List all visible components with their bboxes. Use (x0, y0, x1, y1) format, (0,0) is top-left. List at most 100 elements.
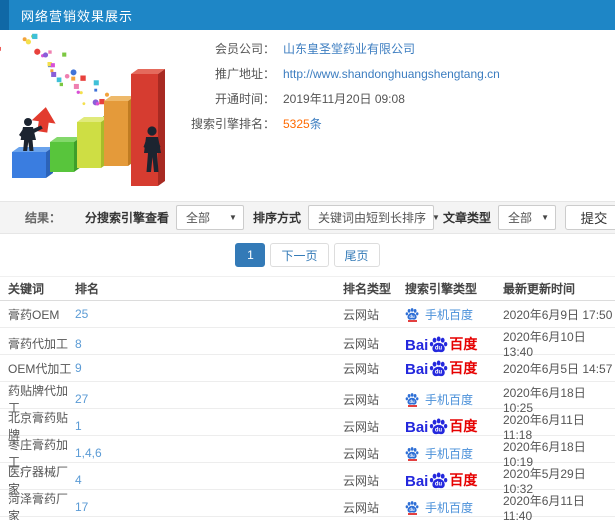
chevron-down-icon: ▼ (229, 213, 237, 222)
info-row: 开通时间： 2019年11月20日 09:08 (185, 91, 500, 116)
svg-text:du: du (435, 345, 443, 351)
info-row: 推广地址： http://www.shandonghuangshengtang.c… (185, 66, 500, 91)
mobile-baidu-icon: du (405, 307, 419, 322)
article-type-label: 文章类型 (442, 211, 491, 225)
baidu-logo-bai: Bai (405, 473, 429, 490)
svg-text:du: du (435, 370, 443, 376)
rank-type-cell: 云网站 (343, 419, 380, 434)
page-1-button[interactable]: 1 (235, 243, 266, 267)
baidu-logo: Bai du 百度 (405, 358, 477, 378)
confetti-dots (0, 33, 113, 129)
ranking-unit: 条 (309, 117, 322, 131)
header-rank: 排名 (75, 282, 100, 296)
keyword-cell: OEM代加工 (8, 361, 72, 376)
info-row: 搜索引擎排名： 5325条 (185, 116, 500, 141)
info-row: 会员公司： 山东皇圣堂药业有限公司 (185, 41, 500, 66)
page-title: 网络营销效果展示 (21, 8, 134, 24)
table-row: 菏泽膏药厂家 17 云网站 du 手机百度 2020年6月11日 11:40 (0, 490, 615, 520)
engine-cell: du 手机百度 (405, 445, 503, 462)
updated-cell: 2020年6月9日 17:50 (503, 307, 613, 322)
engine-label: 手机百度 (425, 392, 474, 407)
table-row: OEM代加工 9 云网站 Bai du 百度 2020年6月5日 14:57 (0, 355, 615, 382)
svg-text:du: du (409, 398, 415, 403)
titlebar: 网络营销效果展示 (0, 0, 615, 30)
rank-link[interactable]: 4 (75, 473, 343, 487)
baidu-logo-cn: 百度 (449, 360, 478, 376)
rank-type-cell: 云网站 (343, 307, 380, 322)
rank-type-cell: 云网站 (343, 392, 380, 407)
article-type-select[interactable]: 全部 ▼ (498, 205, 556, 230)
article-select-value: 全部 (508, 211, 533, 225)
baidu-logo-bai: Bai (405, 361, 429, 378)
baidu-logo: Bai du 百度 (405, 416, 477, 436)
last-page-button[interactable]: 尾页 (333, 243, 380, 267)
table-row: 膏药OEM 25 云网站 du 手机百度 2020年6月9日 17:50 (0, 301, 615, 328)
info-label: 会员公司： (214, 42, 275, 56)
submit-button[interactable]: 提交 (565, 205, 615, 230)
rank-type-cell: 云网站 (343, 473, 380, 488)
rank-link[interactable]: 1 (75, 419, 343, 433)
bar-green (50, 137, 81, 172)
engine-select[interactable]: 全部 ▼ (175, 205, 244, 230)
rank-link[interactable]: 27 (75, 392, 343, 406)
baidu-logo-cn: 百度 (449, 335, 478, 352)
baidu-paw-icon: du (430, 472, 448, 489)
svg-text:du: du (409, 506, 415, 511)
rank-link[interactable]: 25 (75, 307, 343, 321)
header-updated: 最新更新时间 (503, 282, 576, 296)
table-row: 北京膏药贴牌 1 云网站 Bai du 百度 2020年6月11日 11:18 (0, 409, 615, 442)
rank-type-cell: 云网站 (343, 500, 380, 515)
engine-cell: du 手机百度 (405, 306, 503, 323)
baidu-paw-icon: du (430, 336, 448, 352)
bar-chart-illustration-image (0, 33, 165, 186)
engine-label: 手机百度 (425, 307, 474, 322)
svg-text:du: du (409, 313, 415, 318)
engine-cell: Bai du 百度 (405, 358, 503, 378)
info-value-link[interactable]: http://www.shandonghuangshengtang.cn (283, 66, 500, 91)
sort-select[interactable]: 关键词由短到长排序 ▼ (307, 205, 440, 230)
engine-label: 手机百度 (425, 500, 474, 515)
titlebar-left-edge (0, 0, 9, 30)
svg-text:du: du (435, 428, 443, 434)
bar-blue (12, 147, 53, 178)
rank-type-cell: 云网站 (343, 446, 380, 461)
member-info: 会员公司： 山东皇圣堂药业有限公司 推广地址： http://www.shandong… (185, 30, 500, 192)
table-row: 枣庄膏药加工 1,4,6 云网站 du 手机百度 2020年6月18日 10:19 (0, 436, 615, 469)
rank-link[interactable]: 9 (75, 361, 343, 375)
engine-cell: du 手机百度 (405, 391, 503, 408)
engine-cell: Bai du 百度 (405, 416, 503, 436)
filter-bar: 结果： 分搜索引擎查看 全部 ▼ 排序方式 关键词由短到长排序 ▼ 文章类型 全… (0, 201, 615, 234)
mobile-baidu-underline (407, 404, 417, 407)
baidu-paw-icon: du (405, 446, 419, 459)
engine-label: 手机百度 (425, 446, 474, 461)
mobile-baidu-icon: du (405, 392, 419, 407)
engine-cell: Bai du 百度 (405, 334, 503, 354)
mobile-baidu-underline (407, 512, 417, 515)
sort-select-value: 关键词由短到长排序 (317, 211, 426, 225)
keyword-cell: 菏泽膏药厂家 (8, 492, 69, 520)
rank-link[interactable]: 8 (75, 337, 343, 351)
engine-cell: du 手机百度 (405, 499, 503, 516)
top-section: 会员公司： 山东皇圣堂药业有限公司 推广地址： http://www.shandong… (0, 30, 615, 192)
keyword-cell: 膏药代加工 (8, 337, 69, 351)
info-value: 5325条 (283, 116, 322, 141)
baidu-logo-cn: 百度 (449, 472, 478, 488)
baidu-logo-cn: 百度 (449, 418, 478, 434)
rank-link[interactable]: 1,4,6 (75, 446, 343, 460)
next-page-button[interactable]: 下一页 (270, 243, 329, 267)
header-keyword: 关键词 (8, 282, 45, 296)
baidu-logo-bai: Bai (405, 336, 429, 354)
info-value: 2019年11月20日 09:08 (283, 92, 405, 106)
table-row: 膏药代加工 8 云网站 Bai du 百度 2020年6月10日 13:40 (0, 328, 615, 359)
keyword-cell: 膏药OEM (8, 307, 60, 322)
table-header-row: 关键词 排名 排名类型 搜索引擎类型 最新更新时间 (0, 276, 615, 301)
rank-link[interactable]: 17 (75, 500, 343, 514)
baidu-logo: Bai du 百度 (405, 334, 477, 354)
sort-filter-label: 排序方式 (252, 211, 301, 225)
svg-text:du: du (435, 482, 443, 488)
pagination: 1 下一页 尾页 (0, 234, 615, 276)
mobile-baidu-underline (407, 319, 417, 322)
header-rank-type: 排名类型 (343, 282, 392, 296)
baidu-logo: Bai du 百度 (405, 470, 477, 490)
info-value-link[interactable]: 山东皇圣堂药业有限公司 (283, 41, 415, 66)
